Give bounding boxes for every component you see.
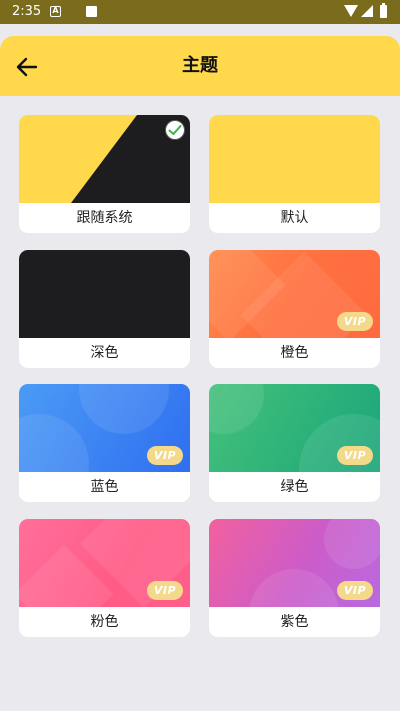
signal-icon bbox=[361, 5, 373, 17]
theme-preview-purple: VIP bbox=[209, 519, 380, 607]
theme-label: 紫色 bbox=[280, 614, 309, 630]
check-icon bbox=[165, 120, 185, 140]
status-bar: 2:35 A bbox=[0, 0, 400, 24]
theme-card-green[interactable]: VIP 绿色 bbox=[209, 384, 380, 502]
theme-preview-orange: VIP bbox=[209, 250, 380, 338]
theme-card-blue[interactable]: VIP 蓝色 bbox=[19, 384, 190, 502]
theme-label: 默认 bbox=[280, 210, 309, 226]
vip-badge: VIP bbox=[337, 312, 373, 331]
theme-label: 橙色 bbox=[280, 345, 309, 361]
page-title: 主题 bbox=[182, 55, 218, 76]
theme-preview-follow-system bbox=[19, 115, 190, 203]
theme-card-pink[interactable]: VIP 粉色 bbox=[19, 519, 190, 637]
theme-label: 绿色 bbox=[280, 479, 309, 495]
theme-card-orange[interactable]: VIP 橙色 bbox=[209, 250, 380, 368]
wifi-icon bbox=[344, 5, 358, 17]
theme-card-default[interactable]: 默认 bbox=[209, 115, 380, 233]
vip-badge: VIP bbox=[147, 446, 183, 465]
vip-badge: VIP bbox=[337, 581, 373, 600]
battery-icon bbox=[380, 3, 387, 18]
theme-card-follow-system[interactable]: 跟随系统 bbox=[19, 115, 190, 233]
theme-preview-blue: VIP bbox=[19, 384, 190, 472]
notification-square-icon bbox=[86, 6, 97, 17]
theme-preview-default bbox=[209, 115, 380, 203]
theme-card-dark[interactable]: 深色 bbox=[19, 250, 190, 368]
theme-preview-dark bbox=[19, 250, 190, 338]
theme-preview-pink: VIP bbox=[19, 519, 190, 607]
vip-badge: VIP bbox=[147, 581, 183, 600]
theme-label: 跟随系统 bbox=[76, 210, 133, 226]
theme-preview-green: VIP bbox=[209, 384, 380, 472]
vip-badge: VIP bbox=[337, 446, 373, 465]
theme-label: 粉色 bbox=[90, 614, 119, 630]
status-time: 2:35 bbox=[12, 4, 42, 19]
theme-card-purple[interactable]: VIP 紫色 bbox=[209, 519, 380, 637]
theme-label: 蓝色 bbox=[90, 479, 119, 495]
theme-label: 深色 bbox=[90, 345, 119, 361]
app-notification-icon: A bbox=[50, 6, 61, 17]
app-header: 主题 bbox=[0, 36, 400, 96]
